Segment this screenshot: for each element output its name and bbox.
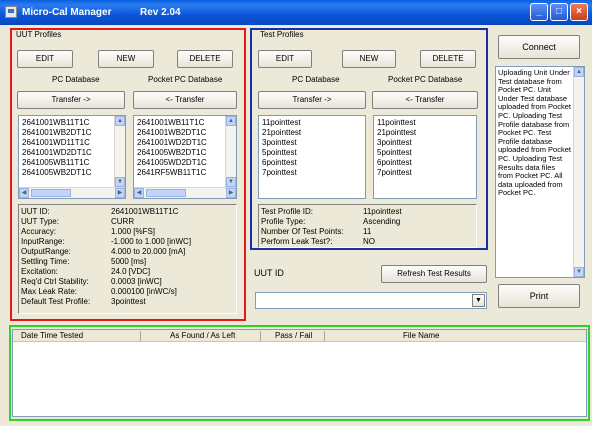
uut-id-select[interactable]: ▼ [255,292,487,309]
vertical-scrollbar[interactable]: ▲ ▼ [573,67,584,277]
title-bar[interactable]: Micro-Cal Manager Rev 2.04 _ □ × [0,0,592,25]
scroll-down-icon[interactable]: ▼ [574,267,584,277]
window-title: Micro-Cal Manager [22,7,112,18]
minimize-button[interactable]: _ [530,3,548,21]
results-highlight-box [9,325,590,421]
revision-label: Rev 2.04 [140,7,181,18]
scroll-up-icon[interactable]: ▲ [574,67,584,77]
app-window: Micro-Cal Manager Rev 2.04 _ □ × UUT Pro… [0,0,592,426]
chevron-down-icon[interactable]: ▼ [472,294,485,307]
close-button[interactable]: × [570,3,588,21]
print-button[interactable]: Print [498,284,580,308]
app-icon [5,6,17,18]
connect-button[interactable]: Connect [498,35,580,59]
uut-highlight-box [10,28,246,321]
status-log-text: Uploading Unit Under Test database from … [498,68,571,198]
uut-id-label: UUT ID [254,268,284,278]
maximize-button[interactable]: □ [550,3,568,21]
status-log[interactable]: Uploading Unit Under Test database from … [495,66,585,278]
test-highlight-box [250,28,488,250]
refresh-results-button[interactable]: Refresh Test Results [381,265,487,283]
